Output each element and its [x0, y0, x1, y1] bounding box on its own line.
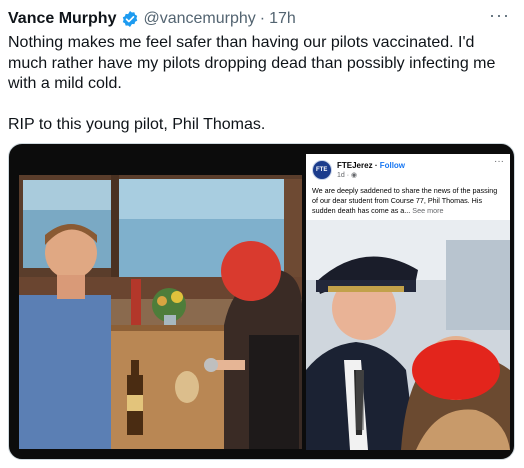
facebook-post-time: 1d · ◉	[337, 171, 357, 179]
media-attachment[interactable]: FTE FTEJerez · Follow 1d · ◉ ··· We are …	[8, 143, 515, 460]
facebook-page-name-row: FTEJerez · Follow	[337, 161, 405, 170]
facebook-post-body: We are deeply saddened to share the news…	[312, 186, 498, 215]
separator: ·	[259, 10, 266, 27]
see-more-link[interactable]: See more	[412, 206, 443, 215]
facebook-page-name[interactable]: FTEJerez	[337, 161, 373, 170]
display-name[interactable]: Vance Murphy	[8, 10, 116, 28]
globe-icon: ◉	[351, 172, 358, 179]
photo-restaurant-image	[19, 175, 302, 449]
handle[interactable]: @vancemurphy	[143, 10, 255, 28]
follow-button[interactable]: Follow	[380, 161, 405, 170]
verified-badge-icon	[123, 10, 138, 28]
facebook-more-icon[interactable]: ···	[494, 156, 504, 167]
timestamp[interactable]: 17h	[269, 10, 296, 28]
facebook-post-header: FTE FTEJerez · Follow 1d · ◉ ··· We are …	[306, 154, 510, 220]
page-avatar[interactable]: FTE	[312, 160, 332, 180]
tweet-header: Vance Murphy @vancemurphy · 17h	[8, 8, 296, 30]
facebook-photo[interactable]	[306, 220, 510, 450]
more-icon[interactable]: ···	[489, 6, 510, 24]
facebook-post-text: We are deeply saddened to share the news…	[312, 186, 504, 216]
facebook-time-separator: ·	[346, 172, 350, 179]
tweet-text: Nothing makes me feel safer than having …	[8, 34, 496, 133]
tweet: Vance Murphy @vancemurphy · 17h ··· Noth…	[0, 0, 524, 468]
facebook-post-screenshot[interactable]: FTE FTEJerez · Follow 1d · ◉ ··· We are …	[306, 154, 510, 450]
facebook-time-value[interactable]: 1d	[337, 172, 345, 179]
photo-restaurant[interactable]	[19, 175, 302, 449]
avatar-text: FTE	[316, 167, 328, 173]
pilot-selfie-image	[306, 220, 510, 450]
